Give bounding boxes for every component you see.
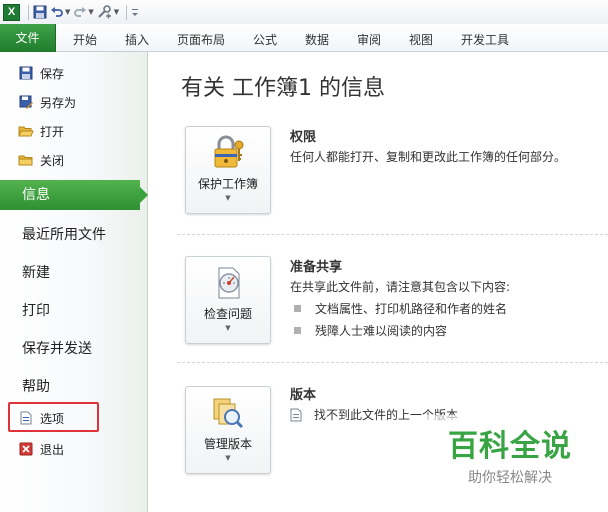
list-item: 残障人士难以阅读的内容	[294, 322, 447, 339]
nav-close-label: 关闭	[40, 153, 65, 168]
nav-close[interactable]: 关闭	[18, 150, 64, 170]
prepare-sharing-description: 在共享此文件前，请注意其包含以下内容:	[290, 280, 511, 294]
permissions-title: 权限	[290, 130, 317, 145]
undo-button[interactable]: ▼	[50, 5, 70, 19]
protect-workbook-button[interactable]: 保护工作簿 ▼	[185, 126, 271, 214]
customize-toolbar-button[interactable]	[131, 6, 139, 18]
nav-print[interactable]: 打印	[22, 300, 50, 320]
nav-open-label: 打开	[40, 124, 65, 139]
toolbar-separator	[28, 4, 29, 20]
watermark-subtitle: 助你轻松解决	[468, 470, 552, 486]
undo-icon	[51, 7, 63, 17]
bullet-icon	[294, 327, 301, 334]
tab-developer[interactable]: 开发工具	[461, 31, 509, 48]
nav-save-label: 保存	[40, 66, 65, 81]
versions-title: 版本	[290, 388, 317, 403]
document-icon	[290, 408, 302, 422]
tab-data[interactable]: 数据	[305, 31, 329, 48]
manage-versions-label: 管理版本	[203, 437, 252, 451]
permissions-description: 任何人都能打开、复制和更改此工作簿的任何部分。	[290, 150, 567, 164]
section-divider	[177, 234, 608, 235]
tab-file[interactable]: 文件	[0, 24, 56, 52]
redo-button[interactable]: ▼	[73, 5, 94, 19]
tools-button[interactable]: ▼	[97, 5, 119, 19]
page-title: 有关 工作簿1 的信息	[181, 76, 385, 101]
tools-dropdown-icon[interactable]: ▼	[114, 8, 119, 16]
tab-page-layout[interactable]: 页面布局	[177, 31, 225, 48]
redo-dropdown-icon[interactable]: ▼	[88, 8, 93, 16]
nav-save-send[interactable]: 保存并发送	[22, 338, 92, 358]
nav-exit[interactable]: 退出	[18, 439, 64, 459]
customize-icon	[132, 9, 139, 16]
section-divider	[177, 362, 608, 363]
list-item: 文档属性、打印机路径和作者的姓名	[294, 300, 507, 317]
excel-logo-icon[interactable]: X	[3, 3, 20, 21]
nav-save-as[interactable]: 另存为	[18, 92, 76, 112]
folder-open-icon	[18, 123, 34, 139]
nav-exit-label: 退出	[40, 442, 65, 457]
watermark: 百科全说 助你轻松解决	[420, 415, 600, 495]
tab-view[interactable]: 视图	[409, 31, 433, 48]
options-icon	[18, 410, 34, 426]
quick-access-toolbar: X ▼ ▼ ▼	[0, 0, 608, 24]
nav-options[interactable]: 选项	[18, 408, 64, 428]
chevron-down-icon: ▼	[225, 324, 231, 332]
tab-review[interactable]: 审阅	[357, 31, 381, 48]
check-issues-label: 检查问题	[203, 307, 252, 321]
manage-versions-button[interactable]: 管理版本 ▼	[185, 386, 271, 474]
save-button[interactable]	[33, 5, 47, 19]
chevron-down-icon: ▼	[225, 194, 231, 202]
tab-formulas[interactable]: 公式	[253, 31, 277, 48]
nav-info-label: 信息	[22, 187, 50, 203]
nav-info[interactable]: 信息	[0, 180, 148, 210]
undo-dropdown-icon[interactable]: ▼	[65, 8, 70, 16]
redo-icon	[74, 7, 87, 17]
chevron-down-icon: ▼	[225, 454, 231, 462]
nav-save[interactable]: 保存	[18, 63, 64, 83]
toolbar-separator	[126, 4, 128, 20]
backstage-nav: 保存 另存为 打开 关闭 信息 最近所用文件 新建 打印 保存并发送 帮助 选项…	[0, 52, 148, 512]
prepare-sharing-title: 准备共享	[290, 260, 343, 275]
protect-workbook-label: 保护工作簿	[197, 177, 258, 191]
bullet-icon	[294, 305, 301, 312]
tab-insert[interactable]: 插入	[125, 31, 149, 48]
nav-options-label: 选项	[40, 411, 65, 426]
ribbon-tab-bar: 文件 开始 插入 页面布局 公式 数据 审阅 视图 开发工具	[0, 24, 608, 52]
list-item-text: 残障人士难以阅读的内容	[315, 324, 448, 338]
inspect-document-icon	[210, 265, 246, 301]
nav-save-as-label: 另存为	[40, 95, 77, 110]
nav-recent[interactable]: 最近所用文件	[22, 224, 106, 244]
tab-home[interactable]: 开始	[73, 31, 97, 48]
save-icon	[18, 65, 34, 81]
check-issues-button[interactable]: 检查问题 ▼	[185, 256, 271, 344]
nav-help[interactable]: 帮助	[22, 376, 50, 396]
tools-icon	[98, 5, 111, 19]
lock-key-icon	[210, 135, 246, 171]
save-as-icon	[18, 94, 34, 110]
folder-close-icon	[18, 152, 34, 168]
active-pointer-icon	[140, 187, 148, 203]
nav-open[interactable]: 打开	[18, 121, 64, 141]
watermark-title: 百科全说	[448, 429, 572, 464]
save-icon	[33, 5, 47, 19]
list-item-text: 文档属性、打印机路径和作者的姓名	[315, 302, 508, 316]
exit-icon	[18, 441, 34, 457]
versions-icon	[210, 395, 246, 431]
nav-new[interactable]: 新建	[22, 262, 50, 282]
